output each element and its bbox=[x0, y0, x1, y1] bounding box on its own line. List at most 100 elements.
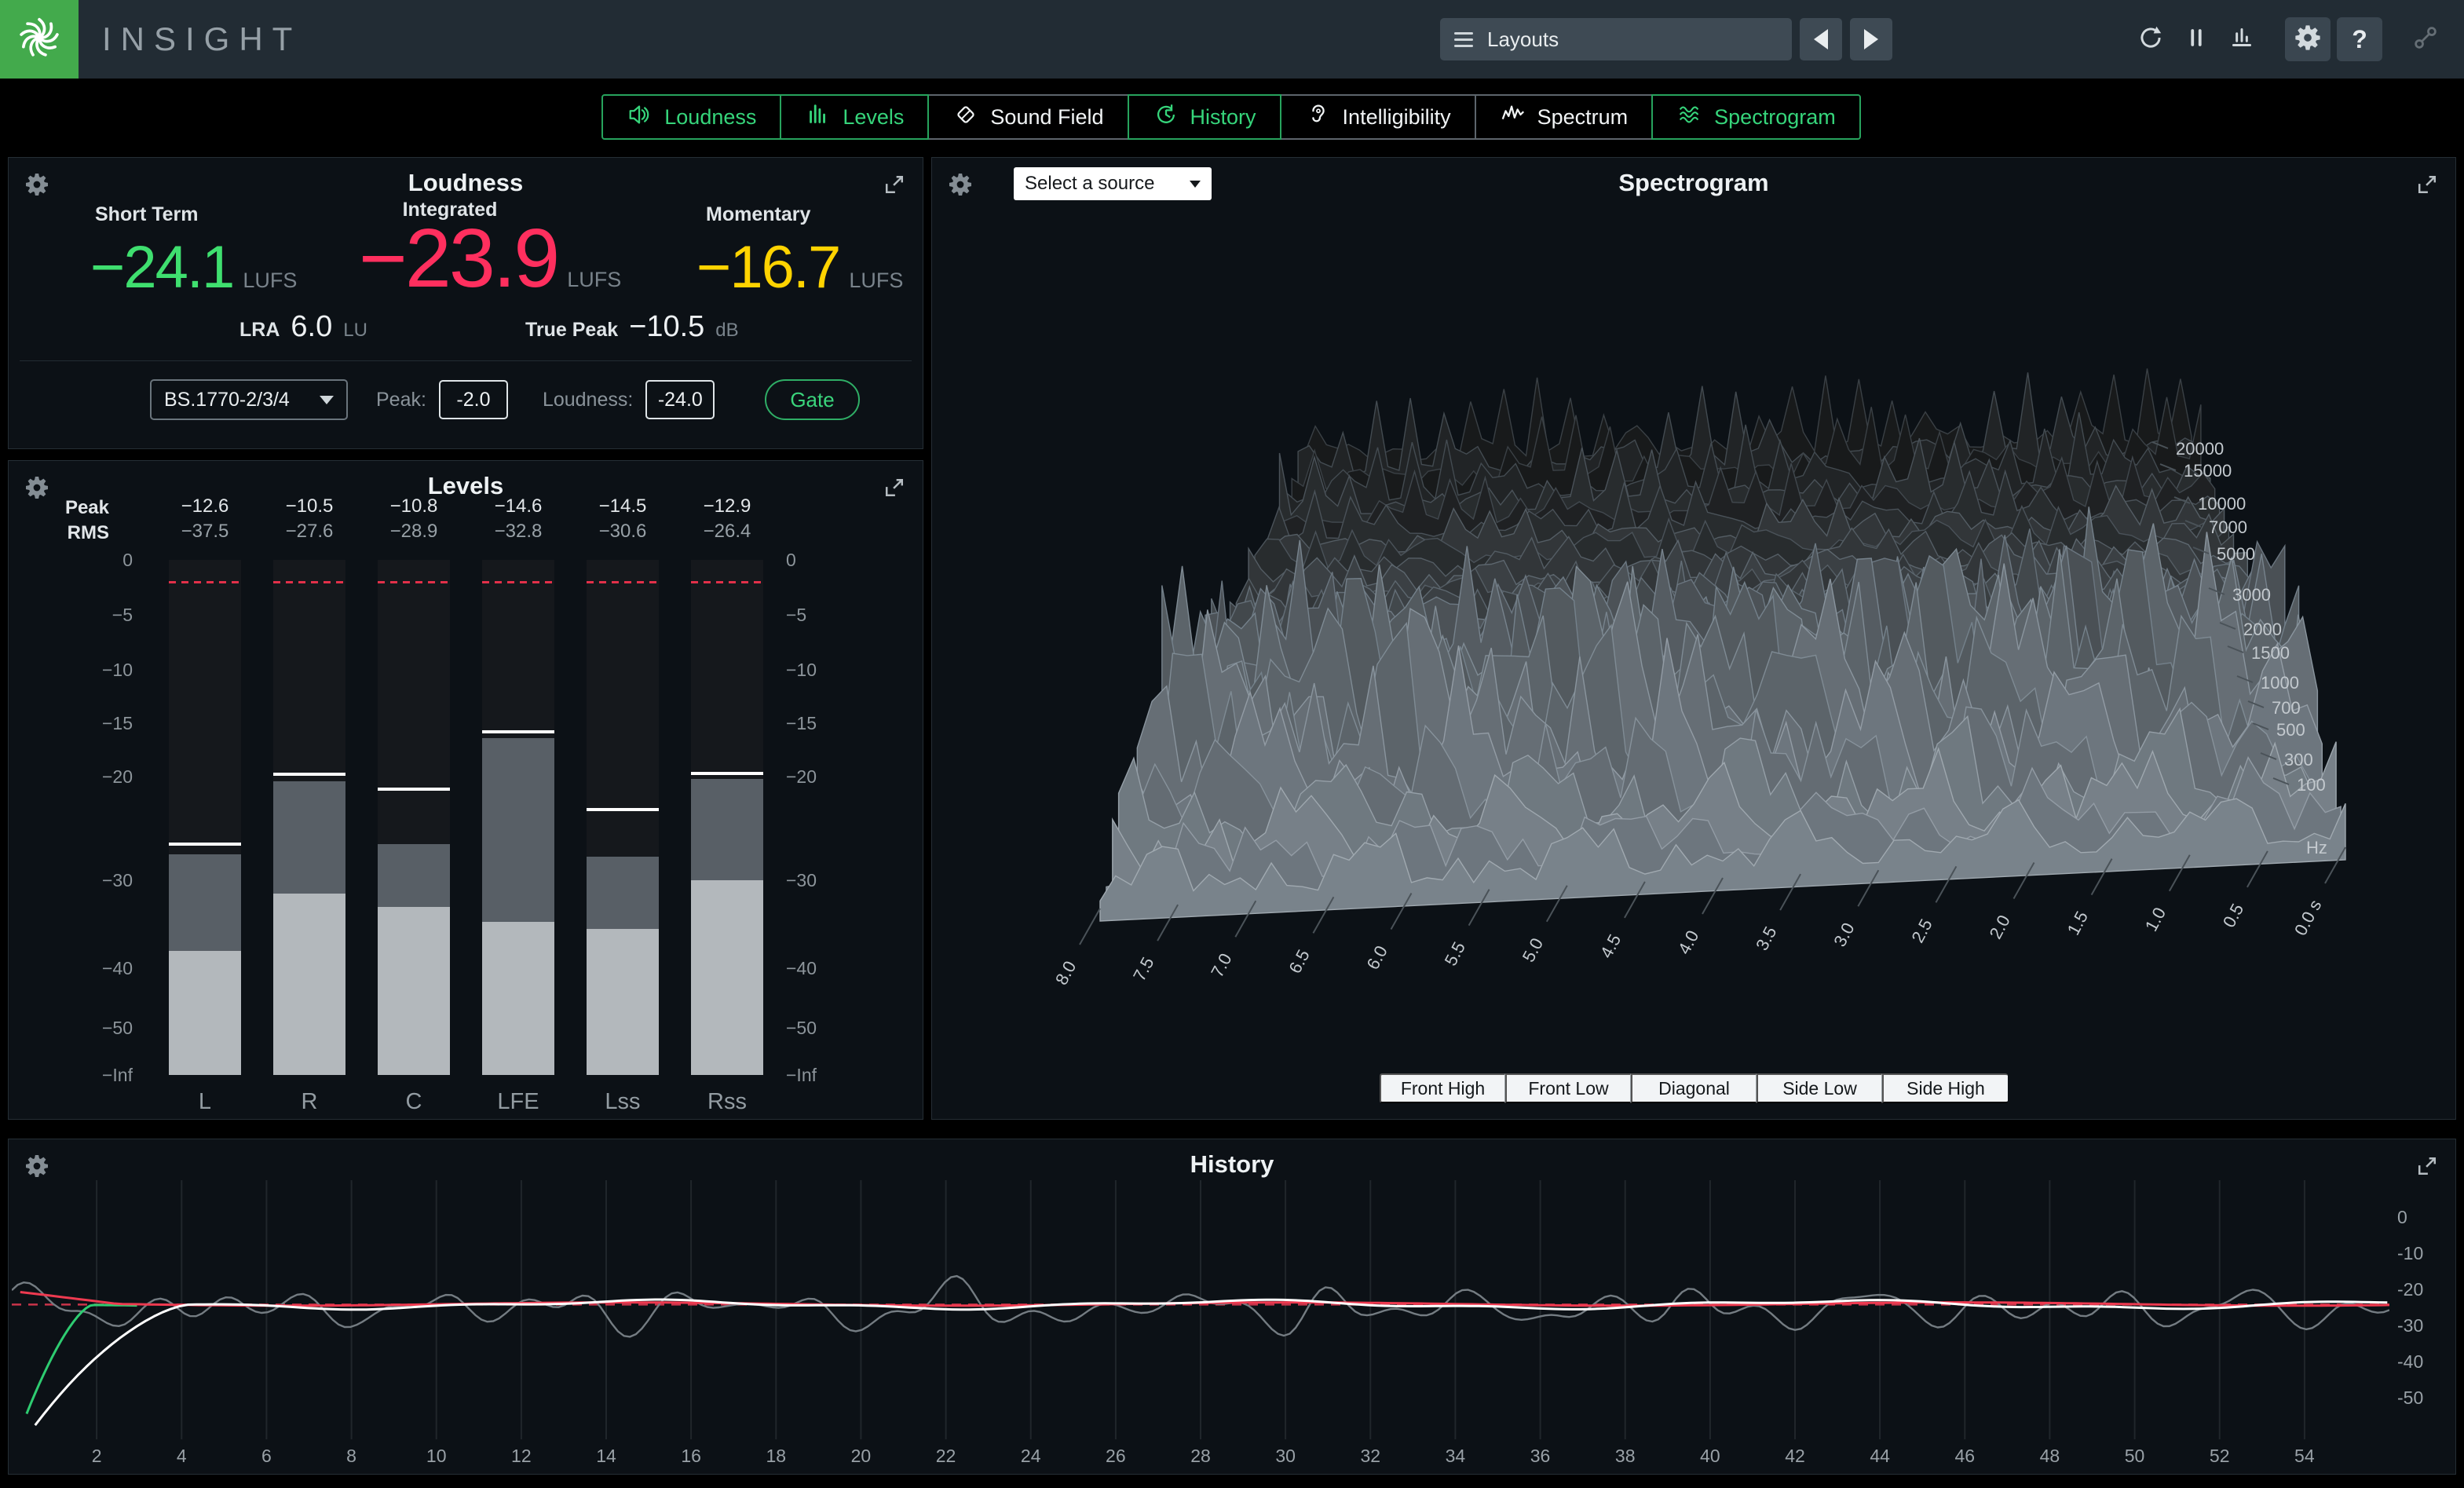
history-x-label: 2 bbox=[73, 1446, 120, 1467]
chevron-down-icon bbox=[1190, 181, 1201, 188]
history-x-label: 36 bbox=[1517, 1446, 1564, 1467]
settings-button[interactable] bbox=[2285, 17, 2331, 61]
time-label: 6.5 bbox=[1285, 946, 1313, 977]
channel-label-LFE: LFE bbox=[463, 1089, 573, 1115]
momentary-value-group: −16.7 LUFS bbox=[696, 233, 903, 302]
freq-label: 2000 bbox=[2243, 620, 2282, 639]
meter-L[interactable] bbox=[169, 560, 241, 1075]
meter-LFE[interactable] bbox=[482, 560, 554, 1075]
history-y-label: -40 bbox=[2397, 1351, 2423, 1373]
soundfield-icon bbox=[952, 101, 979, 133]
view-button-diagonal[interactable]: Diagonal bbox=[1631, 1073, 1757, 1103]
spectrogram-icon bbox=[1676, 101, 1703, 133]
peak-target-line bbox=[378, 581, 450, 583]
layouts-dropdown[interactable]: Layouts bbox=[1440, 18, 1792, 60]
meter-C[interactable] bbox=[378, 560, 450, 1075]
tab-levels[interactable]: Levels bbox=[780, 94, 929, 140]
lra-unit: LU bbox=[343, 320, 367, 342]
time-label: 3.5 bbox=[1752, 923, 1780, 954]
history-y-label: 0 bbox=[2397, 1207, 2407, 1228]
reset-button[interactable] bbox=[2128, 17, 2173, 61]
reset-meters-button[interactable] bbox=[2219, 17, 2265, 61]
lra-group: LRA 6.0 LU bbox=[239, 310, 367, 344]
history-icon bbox=[1153, 101, 1179, 133]
layout-next-button[interactable] bbox=[1850, 18, 1892, 60]
meter-body bbox=[378, 844, 450, 907]
tab-spectrogram[interactable]: Spectrogram bbox=[1651, 94, 1861, 140]
signal-chain-button[interactable] bbox=[2403, 17, 2448, 61]
tab-label: Spectrogram bbox=[1714, 105, 1836, 130]
peak-value-L: −12.6 bbox=[150, 495, 260, 517]
expand-icon[interactable] bbox=[879, 169, 910, 200]
source-select-value: Select a source bbox=[1025, 173, 1154, 195]
tab-spectrum[interactable]: Spectrum bbox=[1475, 94, 1654, 140]
db-tick-label: −10 bbox=[786, 660, 865, 681]
expand-icon[interactable] bbox=[879, 472, 910, 503]
tab-intelligibility[interactable]: Intelligibility bbox=[1280, 94, 1476, 140]
previous-icon bbox=[1814, 29, 1828, 49]
source-select[interactable]: Select a source bbox=[1014, 167, 1212, 200]
standard-dropdown[interactable]: BS.1770-2/3/4 bbox=[150, 379, 348, 420]
db-tick-label: −Inf bbox=[54, 1065, 133, 1086]
meter-Lss[interactable] bbox=[587, 560, 659, 1075]
gate-button[interactable]: Gate bbox=[765, 379, 859, 420]
history-x-label: 12 bbox=[498, 1446, 545, 1467]
history-x-label: 48 bbox=[2026, 1446, 2073, 1467]
loudness-target-input[interactable] bbox=[645, 380, 715, 419]
channel-label-L: L bbox=[150, 1089, 260, 1115]
momentary-label: Momentary bbox=[706, 203, 810, 226]
gear-icon bbox=[2293, 23, 2323, 57]
spectrogram-3d-plot: 8.07.57.06.56.05.55.04.54.03.53.02.52.01… bbox=[932, 205, 2457, 1069]
meter-body bbox=[169, 854, 241, 951]
tab-sound-field[interactable]: Sound Field bbox=[927, 94, 1128, 140]
meter-rms-fill bbox=[482, 922, 554, 1075]
lra-value: 6.0 bbox=[291, 310, 332, 344]
relative-series bbox=[27, 1305, 137, 1414]
tab-loudness[interactable]: Loudness bbox=[601, 94, 781, 140]
true-peak-unit: dB bbox=[715, 320, 738, 342]
rms-value-Lss: −30.6 bbox=[568, 521, 678, 543]
history-y-label: -10 bbox=[2397, 1243, 2423, 1264]
tab-history[interactable]: History bbox=[1128, 94, 1281, 140]
tab-label: Intelligibility bbox=[1343, 105, 1451, 130]
meter-rms-fill bbox=[273, 894, 345, 1075]
pause-button[interactable] bbox=[2173, 17, 2219, 61]
channel-label-C: C bbox=[359, 1089, 469, 1115]
top-bar: INSIGHT Layouts ? bbox=[0, 0, 2464, 79]
time-label: 5.0 bbox=[1519, 934, 1547, 965]
momentary-unit: LUFS bbox=[849, 269, 903, 293]
history-x-label: 22 bbox=[923, 1446, 970, 1467]
expand-icon[interactable] bbox=[2411, 169, 2443, 200]
time-label: 0.0 s bbox=[2290, 897, 2325, 939]
meter-body bbox=[273, 781, 345, 894]
db-tick-label: −15 bbox=[786, 713, 865, 734]
meter-Rss[interactable] bbox=[691, 560, 763, 1075]
view-button-side-high[interactable]: Side High bbox=[1882, 1073, 2008, 1103]
history-x-label: 28 bbox=[1177, 1446, 1224, 1467]
true-peak-group: True Peak −10.5 dB bbox=[525, 310, 739, 344]
time-label: 7.0 bbox=[1207, 950, 1235, 981]
help-button[interactable]: ? bbox=[2337, 17, 2382, 61]
db-tick-label: −30 bbox=[54, 870, 133, 891]
history-x-label: 6 bbox=[243, 1446, 290, 1467]
meter-R[interactable] bbox=[273, 560, 345, 1075]
history-x-label: 52 bbox=[2196, 1446, 2243, 1467]
view-button-side-low[interactable]: Side Low bbox=[1757, 1073, 1882, 1103]
history-x-label: 20 bbox=[837, 1446, 884, 1467]
expand-icon[interactable] bbox=[2411, 1150, 2443, 1182]
peak-input[interactable] bbox=[439, 380, 508, 419]
layout-prev-button[interactable] bbox=[1800, 18, 1842, 60]
tab-label: Loudness bbox=[664, 105, 756, 130]
peak-row-label: Peak bbox=[37, 497, 109, 519]
signal-chain-icon bbox=[2411, 23, 2440, 57]
history-x-label: 18 bbox=[752, 1446, 799, 1467]
spectrogram-surface bbox=[1100, 368, 2345, 921]
view-button-front-low[interactable]: Front Low bbox=[1505, 1073, 1631, 1103]
view-button-front-high[interactable]: Front High bbox=[1380, 1073, 1505, 1103]
reset-meters-icon bbox=[2227, 23, 2257, 57]
db-tick-label: −30 bbox=[786, 870, 865, 891]
db-tick-label: −5 bbox=[786, 605, 865, 626]
panel-title: Loudness bbox=[9, 169, 923, 197]
history-x-label: 8 bbox=[328, 1446, 375, 1467]
history-x-label: 44 bbox=[1856, 1446, 1903, 1467]
